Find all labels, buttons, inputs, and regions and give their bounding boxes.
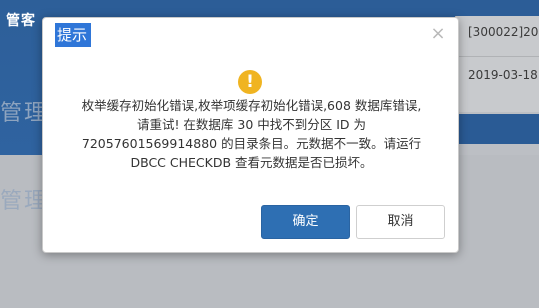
ok-button[interactable]: 确定 [261, 205, 350, 239]
app-side-title: 管理 [0, 101, 49, 126]
dialog-titlebar: 提示 × [43, 18, 458, 52]
app-data-table: [300022]20 2019-03-18 [455, 16, 539, 112]
cancel-button[interactable]: 取消 [356, 205, 445, 239]
dialog-title: 提示 [55, 23, 92, 47]
close-icon[interactable]: × [430, 25, 446, 43]
message-line: DBCC CHECKDB 查看元数据是否已损坏。 [130, 155, 373, 170]
app-side-title-secondary: 管理 [0, 189, 49, 214]
warning-icon: ! [238, 70, 262, 94]
message-line: 请重试! 在数据库 30 中找不到分区 ID 为 [136, 117, 367, 132]
message-line: 枚举缓存初始化错误,枚举项缓存初始化错误,608 数据库错误, [81, 98, 422, 113]
dialog-message: 枚举缓存初始化错误,枚举项缓存初始化错误,608 数据库错误, 请重试! 在数据… [57, 96, 446, 172]
app-logo-text: 管客 [6, 13, 36, 29]
alert-dialog: 提示 × ! 枚举缓存初始化错误,枚举项缓存初始化错误,608 数据库错误, 请… [42, 17, 459, 253]
table-cell: [300022]20 [468, 25, 539, 39]
table-divider [456, 56, 539, 57]
message-line: 72057601569914880 的目录条目。元数据不一致。请运行 [81, 136, 422, 151]
table-cell: 2019-03-18 [468, 68, 538, 82]
